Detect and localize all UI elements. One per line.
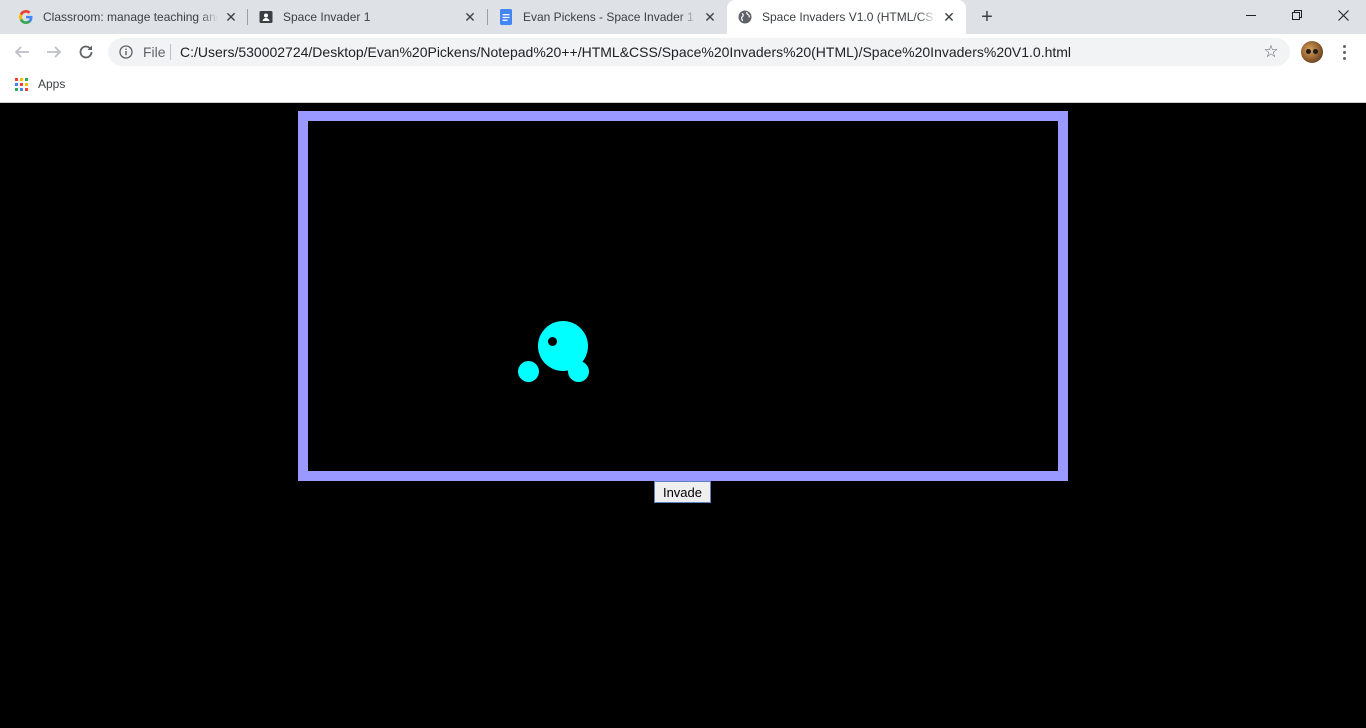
menu-dot [1342, 50, 1346, 54]
tab-title-fade [918, 10, 936, 24]
apps-grid-icon[interactable] [15, 78, 28, 91]
restore-window-button[interactable] [1274, 0, 1320, 30]
close-tab-icon[interactable]: ✕ [223, 9, 239, 25]
game-area [298, 111, 1068, 481]
tab-classroom[interactable]: Classroom: manage teaching and learning … [8, 0, 248, 34]
menu-dot [1342, 56, 1346, 60]
scheme-label: File [143, 44, 166, 60]
close-tab-icon[interactable]: ✕ [702, 9, 718, 25]
close-window-button[interactable] [1320, 0, 1366, 30]
browser-menu-button[interactable] [1336, 42, 1352, 62]
invade-button[interactable]: Invade [654, 481, 711, 503]
omnibox-divider [170, 44, 171, 60]
arrow-right-icon [47, 46, 62, 58]
close-tab-icon[interactable]: ✕ [941, 9, 957, 25]
tab-title-fade [439, 10, 457, 24]
classroom-assignment-icon [259, 10, 273, 24]
avatar-eye [1313, 49, 1318, 54]
info-icon[interactable] [119, 45, 133, 59]
forward-button[interactable] [40, 38, 68, 66]
tab-strip: Classroom: manage teaching and learning … [0, 0, 1366, 34]
invader-right-foot [568, 361, 589, 382]
tab-title: Evan Pickens - Space Invader 1 - Google … [523, 10, 697, 24]
tab-title-fade [679, 10, 697, 24]
minimize-window-button[interactable] [1228, 0, 1274, 30]
tab-space-invaders-active[interactable]: Space Invaders V1.0 (HTML/CSS) ✕ [727, 0, 966, 34]
tab-title: Classroom: manage teaching and learning [43, 10, 218, 24]
avatar-eye [1306, 49, 1311, 54]
minimize-icon [1246, 15, 1256, 16]
tab-title: Space Invaders V1.0 (HTML/CSS) [762, 10, 936, 24]
back-button[interactable] [8, 38, 36, 66]
page-content: Invade [0, 103, 1366, 728]
globe-icon [738, 10, 752, 24]
arrow-left-icon [14, 46, 29, 58]
tab-space-invader-1[interactable]: Space Invader 1 ✕ [248, 0, 487, 34]
reload-icon [79, 45, 93, 59]
url-text[interactable]: C:/Users/530002724/Desktop/Evan%20Picken… [180, 45, 1071, 59]
restore-icon [1292, 10, 1302, 20]
bookmark-star-icon[interactable]: ☆ [1262, 42, 1280, 61]
tab-title-fade [200, 10, 218, 24]
bookmarks-bar: Apps [0, 70, 1366, 103]
google-g-icon [19, 10, 33, 24]
invader-left-foot [518, 361, 539, 382]
close-tab-icon[interactable]: ✕ [462, 9, 478, 25]
apps-shortcut[interactable]: Apps [38, 78, 65, 91]
new-tab-button[interactable]: + [976, 6, 998, 28]
menu-dot [1342, 44, 1346, 48]
profile-avatar[interactable] [1301, 41, 1323, 63]
space-invader [518, 321, 590, 385]
tab-google-docs[interactable]: Evan Pickens - Space Invader 1 - Google … [488, 0, 727, 34]
tab-title: Space Invader 1 [283, 10, 457, 24]
address-bar[interactable]: File C:/Users/530002724/Desktop/Evan%20P… [108, 38, 1290, 66]
invader-eye [548, 337, 557, 346]
google-docs-icon [499, 9, 513, 25]
close-icon [1337, 9, 1349, 21]
reload-button[interactable] [72, 38, 100, 66]
